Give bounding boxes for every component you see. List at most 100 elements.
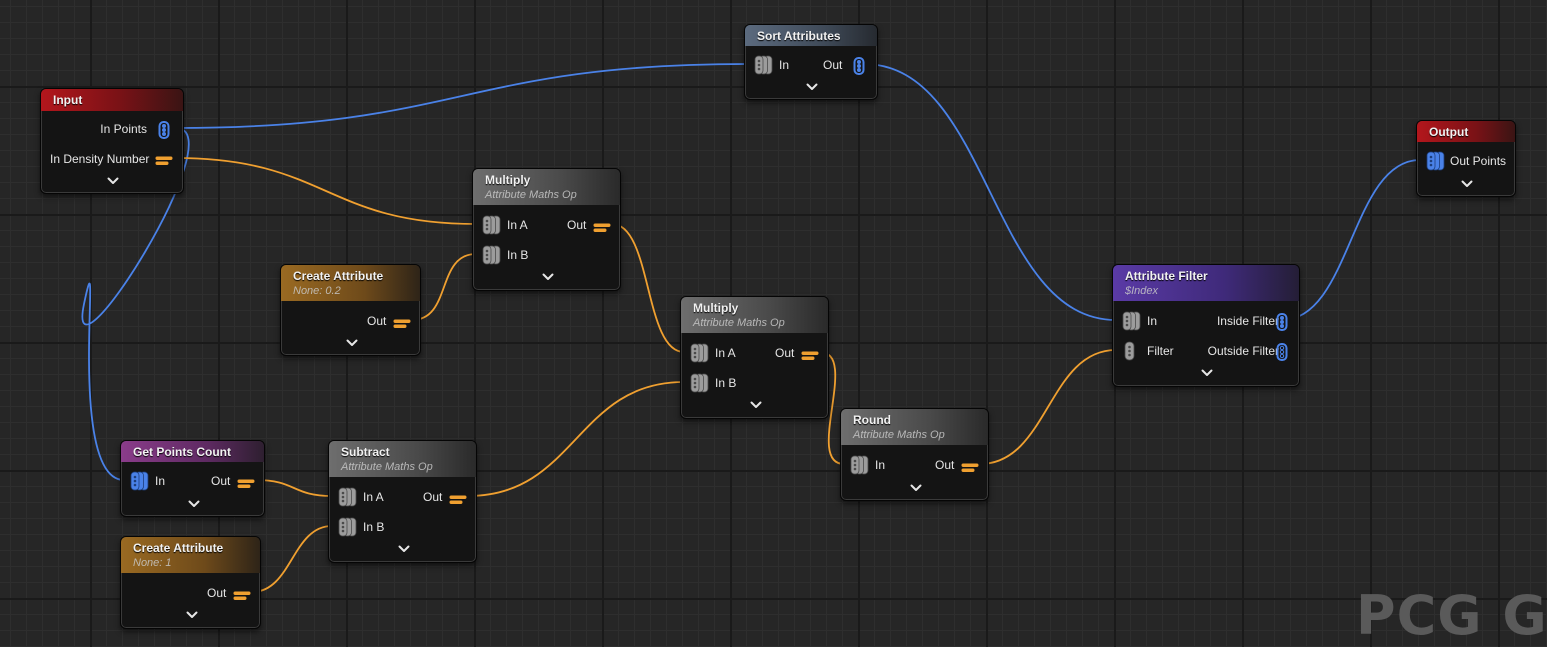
multiply-2-in-b-label: In B <box>715 376 737 390</box>
subtract-in-b-label: In B <box>363 520 385 534</box>
multiply-1-in-b-label: In B <box>507 248 529 262</box>
expand-chevron-icon[interactable] <box>750 401 762 409</box>
outside-filter-label: Outside Filter <box>1207 344 1279 358</box>
filter-in-label: In <box>1147 314 1158 328</box>
subtract-in-a-pin-icon[interactable] <box>338 487 358 512</box>
count-in-label: In <box>155 474 166 488</box>
expand-chevron-icon[interactable] <box>542 273 554 281</box>
multiply-2-in-b-pin-icon[interactable] <box>690 373 710 398</box>
multiply-2-title: Multiply <box>693 301 739 315</box>
create-attribute-1-out-pin-icon[interactable] <box>393 316 411 334</box>
multiply-2-in-a-label: In A <box>715 346 736 360</box>
wire-points-9[interactable] <box>1281 159 1421 321</box>
multiply-1-out-label: Out <box>567 218 587 232</box>
expand-chevron-icon[interactable] <box>1461 180 1473 188</box>
inside-filter-pin-icon[interactable] <box>1276 313 1288 336</box>
sort-in-pin-icon[interactable] <box>754 55 774 80</box>
get-points-count-node[interactable]: Get Points Count In Out <box>120 440 265 517</box>
multiply-2-in-a-pin-icon[interactable] <box>690 343 710 368</box>
sort-attributes-node[interactable]: Sort Attributes In Out <box>744 24 878 100</box>
out-points-label: Out Points <box>1450 154 1507 168</box>
filter-in-pin-icon[interactable] <box>1122 311 1142 336</box>
wire-attribute-4[interactable] <box>611 223 685 353</box>
pcg-graph-canvas[interactable]: PCG Gra Input In Points In Density Numbe… <box>0 0 1547 647</box>
subtract-out-label: Out <box>423 490 443 504</box>
create-attribute-1-out-label: Out <box>367 314 387 328</box>
out-points-pin-icon[interactable] <box>1426 151 1446 176</box>
count-in-pin-icon[interactable] <box>130 471 150 496</box>
round-in-label: In <box>875 458 886 472</box>
outside-filter-pin-icon[interactable] <box>1276 343 1288 366</box>
subtract-node[interactable]: Subtract Attribute Maths Op In A Out In … <box>328 440 477 563</box>
multiply-2-out-label: Out <box>775 346 795 360</box>
multiply-1-out-pin-icon[interactable] <box>593 220 611 238</box>
filter-filter-label: Filter <box>1147 344 1174 358</box>
count-out-pin-icon[interactable] <box>237 476 255 494</box>
wire-attribute-2[interactable] <box>175 157 477 225</box>
multiply-node-2[interactable]: Multiply Attribute Maths Op In A Out In … <box>680 296 829 419</box>
graph-type-watermark: PCG Gra <box>1356 584 1547 647</box>
in-density-number-pin-icon[interactable] <box>155 153 173 171</box>
subtract-subtitle: Attribute Maths Op <box>341 461 433 473</box>
create-attribute-node-1[interactable]: Create Attribute None: 0.2 Out <box>280 264 421 356</box>
multiply-1-in-b-pin-icon[interactable] <box>482 245 502 270</box>
output-node-title: Output <box>1429 125 1469 139</box>
create-attribute-1-subtitle: None: 0.2 <box>293 285 341 297</box>
input-node-title: Input <box>53 93 83 107</box>
multiply-2-out-pin-icon[interactable] <box>801 348 819 366</box>
in-points-pin-icon[interactable] <box>158 121 170 144</box>
create-attribute-node-2[interactable]: Create Attribute None: 1 Out <box>120 536 261 629</box>
in-points-label: In Points <box>100 122 147 136</box>
count-out-label: Out <box>211 474 231 488</box>
wire-attribute-7[interactable] <box>979 349 1117 465</box>
get-points-count-title: Get Points Count <box>133 445 231 459</box>
create-attribute-2-out-label: Out <box>207 586 227 600</box>
attribute-filter-node[interactable]: Attribute Filter $Index In Inside Filter… <box>1112 264 1300 387</box>
create-attribute-1-title: Create Attribute <box>293 269 384 283</box>
subtract-in-b-pin-icon[interactable] <box>338 517 358 542</box>
multiply-1-in-a-label: In A <box>507 218 528 232</box>
sort-out-label: Out <box>823 58 843 72</box>
multiply-node-1[interactable]: Multiply Attribute Maths Op In A Out In … <box>472 168 621 291</box>
expand-chevron-icon[interactable] <box>188 500 200 508</box>
wire-points-0[interactable] <box>175 63 749 129</box>
inside-filter-label: Inside Filter <box>1216 314 1279 328</box>
expand-chevron-icon[interactable] <box>346 339 358 347</box>
in-density-number-label: In Density Number <box>50 152 150 166</box>
round-node[interactable]: Round Attribute Maths Op In Out <box>840 408 989 501</box>
multiply-2-subtitle: Attribute Maths Op <box>693 317 785 329</box>
input-node[interactable]: Input In Points In Density Number <box>40 88 184 194</box>
subtract-title: Subtract <box>341 445 390 459</box>
expand-chevron-icon[interactable] <box>1201 369 1213 377</box>
multiply-1-subtitle: Attribute Maths Op <box>485 189 577 201</box>
wire-attribute-3[interactable] <box>411 253 477 321</box>
expand-chevron-icon[interactable] <box>107 177 119 185</box>
wire-attribute-10[interactable] <box>255 479 333 497</box>
wire-attribute-5[interactable] <box>467 381 685 497</box>
create-attribute-2-out-pin-icon[interactable] <box>233 588 251 606</box>
expand-chevron-icon[interactable] <box>806 83 818 91</box>
sort-out-pin-icon[interactable] <box>853 57 865 80</box>
attribute-filter-subtitle: $Index <box>1125 285 1159 297</box>
wire-attribute-11[interactable] <box>251 525 333 593</box>
multiply-1-in-a-pin-icon[interactable] <box>482 215 502 240</box>
subtract-out-pin-icon[interactable] <box>449 492 467 510</box>
round-out-pin-icon[interactable] <box>961 460 979 478</box>
round-title: Round <box>853 413 891 427</box>
attribute-filter-title: Attribute Filter <box>1125 269 1208 283</box>
multiply-1-title: Multiply <box>485 173 531 187</box>
round-out-label: Out <box>935 458 955 472</box>
output-node[interactable]: Output Out Points <box>1416 120 1516 197</box>
subtract-in-a-label: In A <box>363 490 384 504</box>
expand-chevron-icon[interactable] <box>186 611 198 619</box>
round-subtitle: Attribute Maths Op <box>853 429 945 441</box>
expand-chevron-icon[interactable] <box>398 545 410 553</box>
create-attribute-2-subtitle: None: 1 <box>133 557 172 569</box>
create-attribute-2-title: Create Attribute <box>133 541 224 555</box>
round-in-pin-icon[interactable] <box>850 455 870 480</box>
sort-attributes-title: Sort Attributes <box>757 29 841 43</box>
wire-points-8[interactable] <box>863 63 1117 321</box>
expand-chevron-icon[interactable] <box>910 484 922 492</box>
sort-in-label: In <box>779 58 790 72</box>
filter-filter-pin-icon[interactable] <box>1124 341 1136 366</box>
